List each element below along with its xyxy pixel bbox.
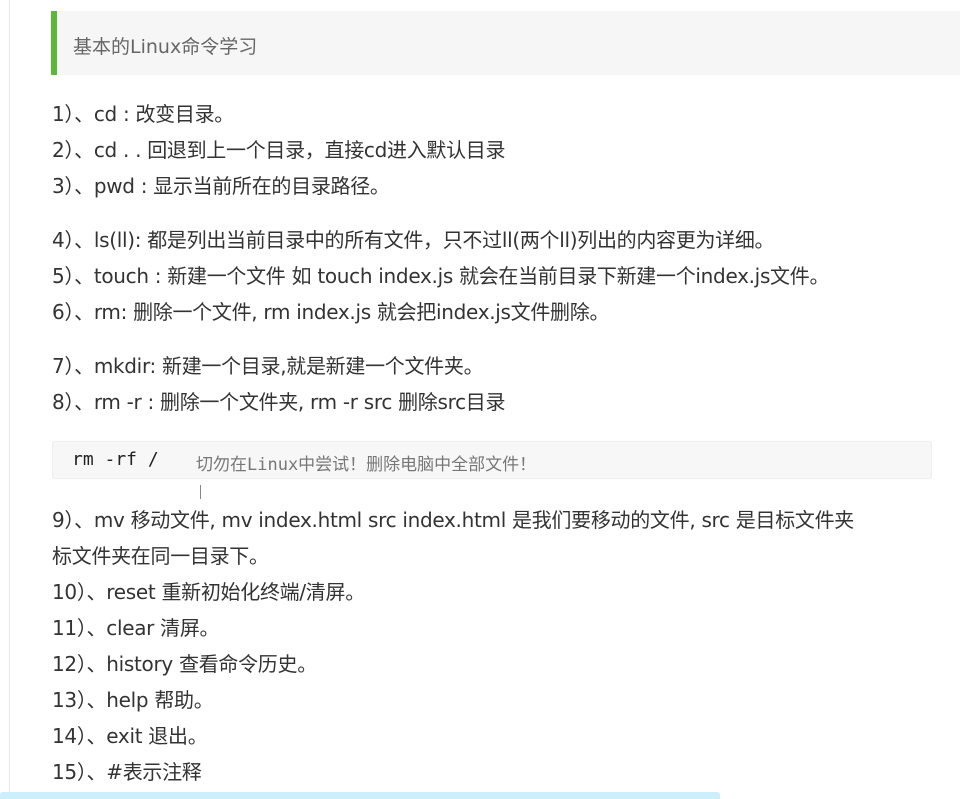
list-item: 15）、#表示注释 xyxy=(52,760,202,784)
list-item: 4）、ls(ll): 都是列出当前目录中的所有文件，只不过ll(两个ll)列出的… xyxy=(52,228,775,252)
list-item: 14）、exit 退出。 xyxy=(52,724,208,748)
list-item: 1）、cd : 改变目录。 xyxy=(52,102,234,126)
list-item: 6）、rm: 删除一个文件, rm index.js 就会把index.js文件… xyxy=(52,300,610,324)
list-item: 10）、reset 重新初始化终端/清屏。 xyxy=(52,580,365,604)
bottom-highlight-bar xyxy=(0,792,720,799)
list-item: 11）、clear 清屏。 xyxy=(52,616,220,640)
list-item: 8）、rm -r : 删除一个文件夹, rm -r src 删除src目录 xyxy=(52,390,506,414)
list-item: 12）、history 查看命令历史。 xyxy=(52,652,317,676)
text-cursor-icon xyxy=(200,485,201,499)
list-item: 5）、touch : 新建一个文件 如 touch index.js 就会在当前… xyxy=(52,264,830,288)
list-item: 3）、pwd : 显示当前所在的目录路径。 xyxy=(52,174,390,198)
page-border xyxy=(9,0,10,799)
list-item: 7）、mkdir: 新建一个目录,就是新建一个文件夹。 xyxy=(52,354,484,378)
code-block: rm -rf / 切勿在Linux中尝试！删除电脑中全部文件！ xyxy=(52,441,932,479)
list-item: 2）、cd . . 回退到上一个目录，直接cd进入默认目录 xyxy=(52,138,506,162)
list-item-continuation: 标文件夹在同一目录下。 xyxy=(52,544,269,568)
section-heading: 基本的Linux命令学习 xyxy=(73,36,258,58)
code-comment: 切勿在Linux中尝试！删除电脑中全部文件！ xyxy=(196,455,537,475)
code-command: rm -rf / xyxy=(72,449,159,470)
section-heading-blockquote: 基本的Linux命令学习 xyxy=(51,11,960,75)
list-item: 13）、help 帮助。 xyxy=(52,688,214,712)
list-item: 9）、mv 移动文件, mv index.html src index.html… xyxy=(52,508,854,532)
